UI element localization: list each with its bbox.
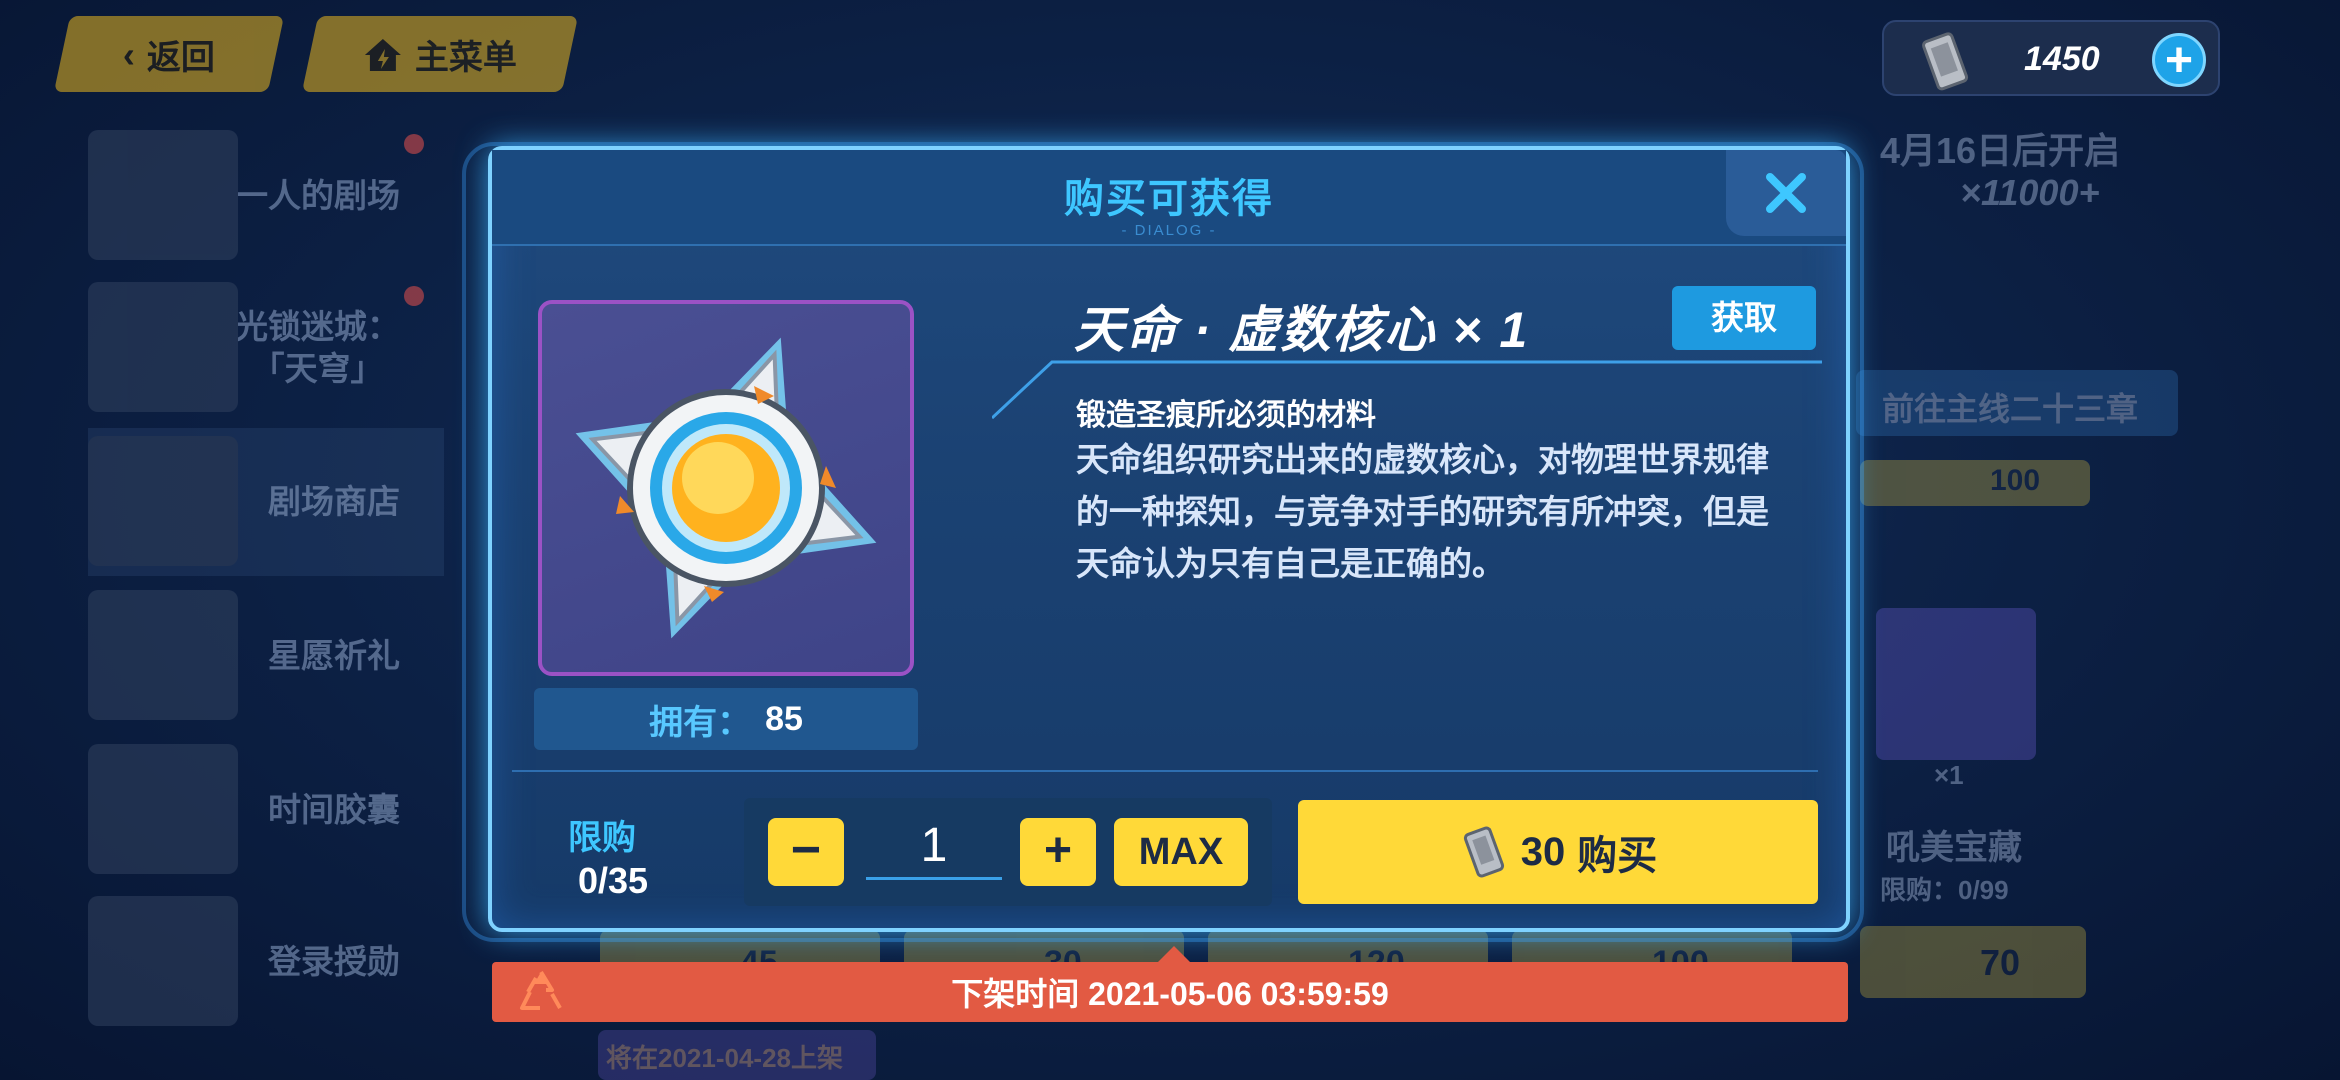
add-currency-button[interactable]: + [2152, 33, 2206, 87]
limit-label: 限购 [568, 819, 636, 857]
notification-dot [404, 286, 424, 306]
plus-icon: + [2164, 34, 2194, 87]
crystal-ticket-icon [1922, 32, 1969, 91]
crystal-ticket-icon [1463, 826, 1504, 878]
shop-item-count: ×1 [1934, 760, 1964, 790]
bonus-text: ×11000+ [1960, 172, 2100, 213]
sidebar-thumbnail [88, 896, 238, 1026]
upcoming-tag: 将在2021-04-28上架 [598, 1030, 876, 1080]
sidebar-item-theater-shop[interactable]: 剧场商店 [88, 428, 444, 576]
currency-display: 1450 + [1882, 20, 2220, 96]
quantity-input[interactable] [866, 814, 1002, 880]
notification-dot [404, 134, 424, 154]
description-body: 天命组织研究出来的虚数核心，对物理世界规律的一种探知，与竞争对手的研究有所冲突，… [1076, 441, 1769, 582]
price-value: 100 [1990, 464, 2041, 497]
divider [512, 770, 1818, 772]
item-image-frame[interactable] [538, 300, 914, 676]
owned-label: 拥有： [649, 703, 752, 742]
close-button[interactable] [1726, 150, 1846, 236]
upcoming-text: 将在2021-04-28上架 [606, 1043, 843, 1073]
honkai-core-icon [575, 337, 877, 639]
purchase-dialog: 购买可获得 - DIALOG - 拥有： 85 天命 · 虚数核心 × 1 获取 [488, 146, 1850, 932]
chapter-button[interactable]: 前往主线二十三章 [1856, 370, 2178, 436]
description-title: 锻造圣痕所必须的材料 [1076, 399, 1376, 432]
sidebar-item-time-capsule[interactable]: 时间胶囊 [88, 736, 444, 884]
shop-item-limit: 限购：0/99 [1880, 875, 2009, 905]
chevron-left-icon: ‹ [123, 33, 135, 74]
sidebar-item-solo-theater[interactable]: 一人的剧场 [88, 122, 444, 270]
sidebar-item-label: 时间胶囊 [268, 791, 400, 828]
dialog-subtitle: - DIALOG - [1121, 222, 1217, 239]
main-menu-button[interactable]: 主菜单 [301, 16, 579, 92]
home-icon [365, 38, 401, 70]
increase-button[interactable]: + [1020, 818, 1096, 886]
shop-item-name: 吼美宝藏 [1886, 829, 2022, 867]
dialog-header: 购买可获得 - DIALOG - [492, 150, 1846, 246]
owned-value: 85 [765, 699, 803, 738]
sidebar-item-light-locked-city[interactable]: 光锁迷城： 「天穹」 [88, 274, 444, 422]
close-icon [1766, 173, 1806, 213]
shop-item-price-button[interactable]: 70 [1860, 926, 2086, 998]
chapter-button-label: 前往主线二十三章 [1882, 391, 2139, 427]
owned-count: 拥有： 85 [534, 688, 918, 750]
price-tag: 100 [1860, 460, 2090, 506]
sidebar-thumbnail [88, 436, 238, 566]
decrease-button[interactable]: − [768, 818, 844, 886]
sidebar-item-label: 一人的剧场 [235, 177, 400, 214]
max-button[interactable]: MAX [1114, 818, 1248, 886]
get-source-button[interactable]: 获取 [1672, 286, 1816, 350]
main-menu-label: 主菜单 [415, 38, 517, 77]
sidebar-thumbnail [88, 744, 238, 874]
sidebar-item-label: 剧场商店 [268, 483, 400, 520]
sidebar-item-label: 星愿祈礼 [268, 637, 400, 674]
recycle-icon [520, 970, 562, 1010]
shop-item-thumbnail[interactable] [1876, 608, 2036, 760]
currency-value: 1450 [2024, 40, 2100, 78]
limit-value: 0/35 [578, 860, 649, 901]
quantity-stepper: − + MAX [744, 798, 1272, 906]
sidebar-item-wish-gift[interactable]: 星愿祈礼 [88, 582, 444, 730]
dialog-title: 购买可获得 [1064, 177, 1274, 221]
event-banner-text: 4月16日后开启 [1880, 130, 2121, 171]
buy-price: 30 [1520, 829, 1566, 874]
deadline-text: 下架时间 2021-05-06 03:59:59 [951, 976, 1389, 1012]
sidebar-item-label: 登录授勋 [268, 943, 400, 980]
sidebar-thumbnail [88, 282, 238, 412]
buy-label: 购买 [1577, 834, 1658, 878]
buy-button[interactable]: 30 购买 [1298, 800, 1818, 904]
deadline-banner: 下架时间 2021-05-06 03:59:59 [492, 962, 1848, 1022]
sidebar-item-login-rewards[interactable]: 登录授勋 [88, 888, 444, 1036]
sidebar-thumbnail [88, 590, 238, 720]
back-button[interactable]: ‹ 返回 [53, 16, 285, 92]
sidebar-item-label: 光锁迷城： 「天穹」 [235, 308, 400, 387]
back-button-label: 返回 [147, 38, 215, 77]
price-value: 70 [1980, 942, 2021, 983]
item-name: 天命 · 虚数核心 × 1 [1074, 302, 1530, 358]
sidebar-thumbnail [88, 130, 238, 260]
